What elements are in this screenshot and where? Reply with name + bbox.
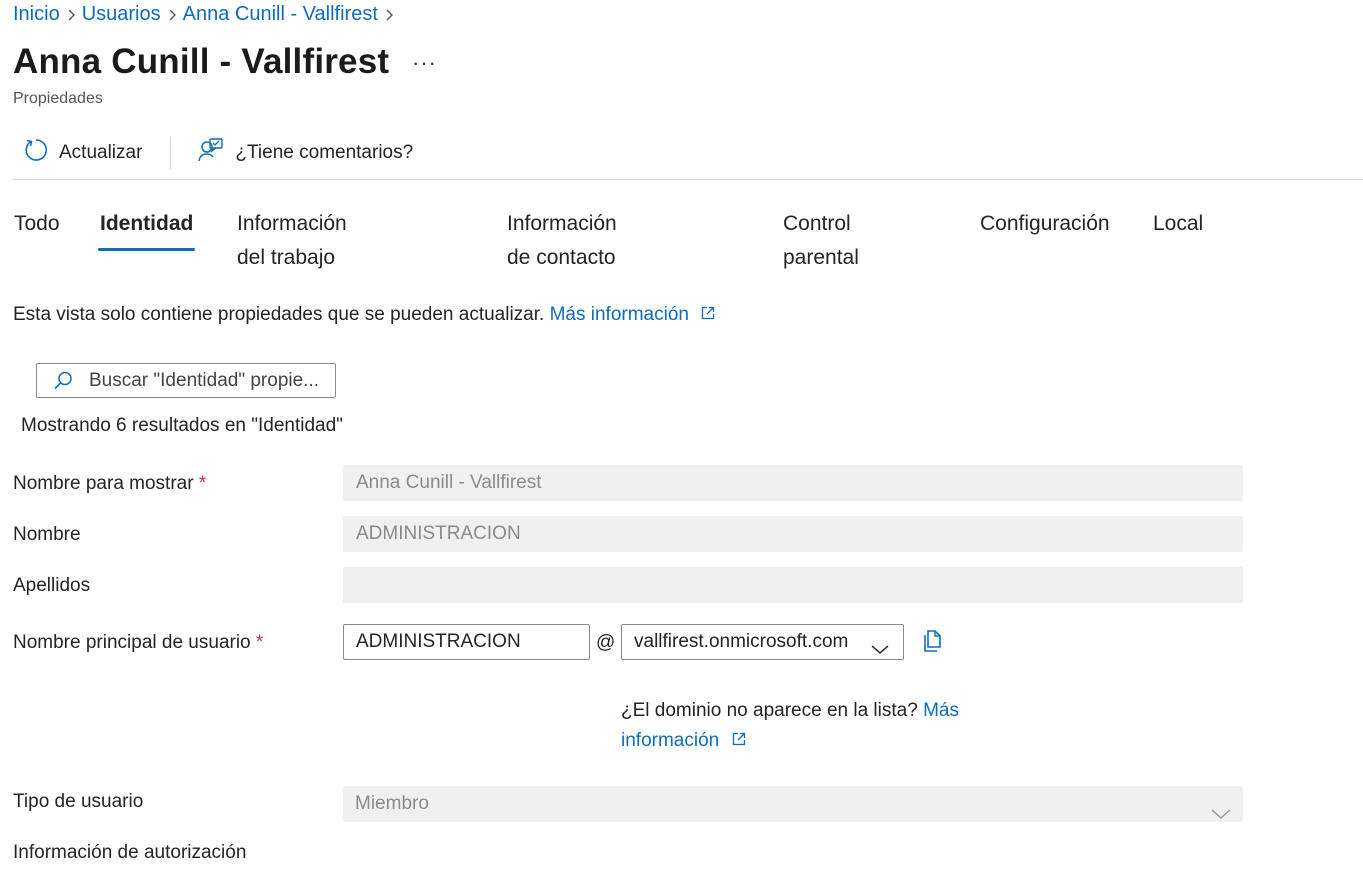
external-link-icon xyxy=(731,730,747,751)
chevron-right-icon xyxy=(378,8,400,22)
tab-local[interactable]: Local xyxy=(1153,207,1203,251)
upn-label: Nombre principal de usuario * xyxy=(13,632,264,653)
upn-username-input[interactable]: ADMINISTRACION xyxy=(343,624,590,660)
page-subtitle: Propiedades xyxy=(13,90,103,107)
divider xyxy=(13,179,1363,180)
tab-control-parental[interactable]: Control parental xyxy=(783,207,859,269)
more-options-button[interactable]: ··· xyxy=(412,50,437,76)
at-sign: @ xyxy=(596,632,616,653)
last-name-field[interactable] xyxy=(343,567,1243,603)
upn-domain-dropdown[interactable]: vallfirest.onmicrosoft.com xyxy=(621,624,904,660)
toolbar-divider xyxy=(170,137,172,169)
results-count: Mostrando 6 resultados en "Identidad" xyxy=(21,415,343,436)
chevron-right-icon xyxy=(161,8,183,22)
tab-identidad[interactable]: Identidad xyxy=(97,207,196,251)
required-marker: * xyxy=(198,473,207,494)
search-icon xyxy=(37,370,89,392)
external-link-icon xyxy=(700,304,716,325)
chevron-right-icon xyxy=(60,8,82,22)
tab-configuracion[interactable]: Configuración xyxy=(980,207,1110,251)
authorization-info-label: Información de autorización xyxy=(13,842,247,863)
last-name-label: Apellidos xyxy=(13,575,91,596)
command-bar: Actualizar ¿Tiene comentarios? xyxy=(13,133,423,173)
learn-more-link[interactable]: Más información xyxy=(550,304,717,325)
feedback-button[interactable]: ¿Tiene comentarios? xyxy=(187,133,423,173)
chevron-down-icon xyxy=(1211,798,1231,834)
breadcrumb-users[interactable]: Usuarios xyxy=(82,3,161,26)
page-title: Anna Cunill - Vallfirest xyxy=(13,42,390,81)
tab-todo[interactable]: Todo xyxy=(14,207,60,251)
copy-icon[interactable] xyxy=(920,628,948,661)
search-input[interactable]: Buscar "Identidad" propie... xyxy=(89,370,319,392)
display-name-field[interactable]: Anna Cunill - Vallfirest xyxy=(343,465,1243,501)
breadcrumb-home[interactable]: Inicio xyxy=(13,3,60,26)
breadcrumb: Inicio Usuarios Anna Cunill - Vallfirest xyxy=(13,3,400,26)
breadcrumb-user[interactable]: Anna Cunill - Vallfirest xyxy=(183,3,378,26)
domain-help-text: ¿El dominio no aparece en la lista? Más … xyxy=(621,700,959,751)
first-name-field[interactable]: ADMINISTRACION xyxy=(343,516,1243,552)
refresh-label: Actualizar xyxy=(59,142,143,163)
feedback-icon xyxy=(197,136,225,170)
refresh-button[interactable]: Actualizar xyxy=(13,133,152,173)
first-name-label: Nombre xyxy=(13,524,81,545)
refresh-icon xyxy=(23,137,49,169)
display-name-label: Nombre para mostrar * xyxy=(13,473,207,494)
upn-domain-value: vallfirest.onmicrosoft.com xyxy=(634,631,849,652)
tab-informacion-contacto[interactable]: Información de contacto xyxy=(507,207,617,269)
info-text: Esta vista solo contiene propiedades que… xyxy=(13,304,545,325)
info-message: Esta vista solo contiene propiedades que… xyxy=(13,304,716,326)
tab-informacion-trabajo[interactable]: Información del trabajo xyxy=(237,207,347,269)
user-type-label: Tipo de usuario xyxy=(13,791,144,812)
user-type-value: Miembro xyxy=(355,793,429,814)
chevron-down-icon xyxy=(871,634,889,668)
user-type-dropdown[interactable]: Miembro xyxy=(343,786,1243,822)
required-marker: * xyxy=(255,632,264,653)
property-search-box[interactable]: Buscar "Identidad" propie... xyxy=(36,363,336,398)
feedback-label: ¿Tiene comentarios? xyxy=(235,142,414,163)
